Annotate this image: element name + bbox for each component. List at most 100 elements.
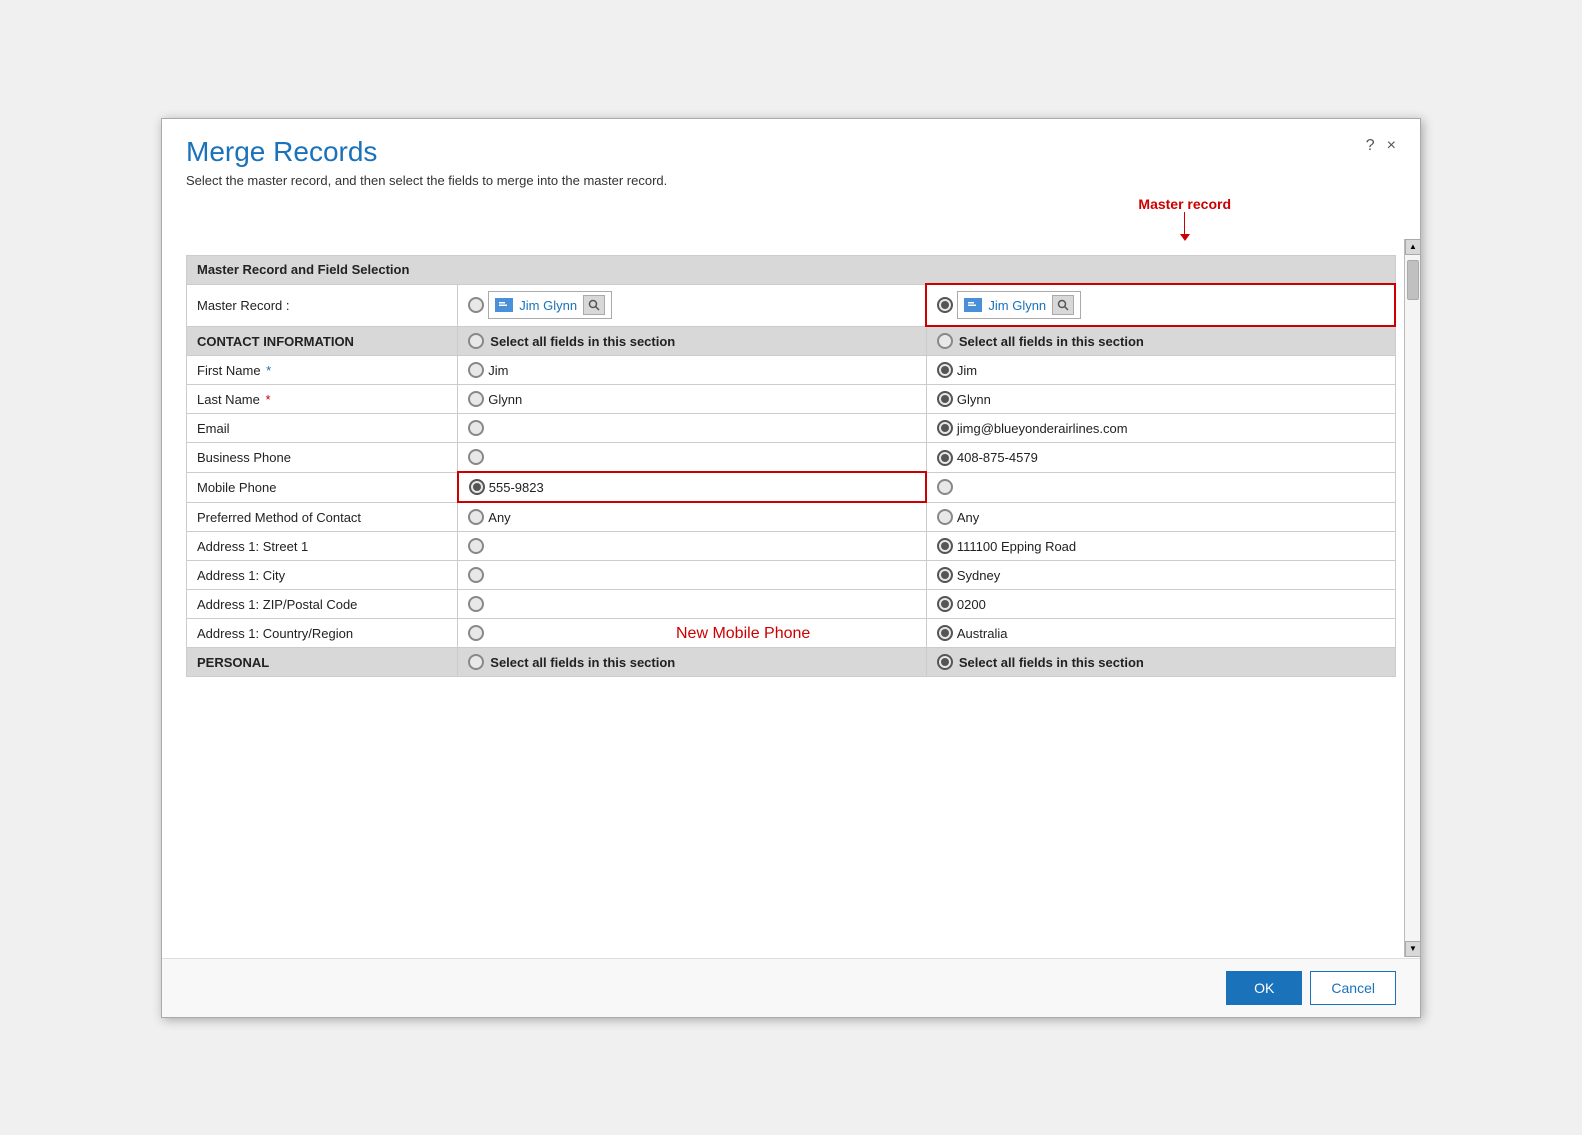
contact-info-col1-select-all-label: Select all fields in this section [490, 334, 675, 349]
mobile-phone-col1-value: 555-9823 [489, 480, 544, 495]
field-row-last-name: Last Name * Glynn Glynn [187, 385, 1396, 414]
master-record-row: Master Record : Jim Glynn [187, 284, 1396, 326]
business-phone-col1-radio-group [468, 449, 916, 465]
merge-table: Master Record and Field Selection Master… [186, 255, 1396, 677]
address-zip-col2-radio-group: 0200 [937, 596, 1385, 612]
first-name-col1-radio[interactable] [468, 362, 484, 378]
master-record-col2-selector: Jim Glynn [957, 291, 1081, 319]
address-street-col1-radio[interactable] [468, 538, 484, 554]
contact-info-col1-select-all-cell: Select all fields in this section [468, 333, 916, 349]
address-zip-col2-radio[interactable] [937, 596, 953, 612]
master-record-col1-lookup[interactable] [583, 295, 605, 315]
preferred-contact-col1-value: Any [488, 510, 510, 525]
merge-records-dialog: Merge Records Select the master record, … [161, 118, 1421, 1018]
first-name-col1: Jim [458, 356, 927, 385]
business-phone-col2: 408-875-4579 [926, 443, 1395, 473]
master-record-col1-name: Jim Glynn [519, 298, 577, 313]
email-col2-radio[interactable] [937, 420, 953, 436]
preferred-contact-col1-radio[interactable] [468, 509, 484, 525]
personal-col2-select-all-cell: Select all fields in this section [937, 654, 1385, 670]
close-button[interactable]: × [1387, 137, 1396, 155]
personal-col1-select-all: Select all fields in this section [458, 648, 927, 677]
address-street-col2: 111100 Epping Road [926, 532, 1395, 561]
address-country-col2: Australia [926, 619, 1395, 648]
business-phone-col2-radio-group: 408-875-4579 [937, 450, 1385, 466]
business-phone-col2-value: 408-875-4579 [957, 450, 1038, 465]
last-name-col2-radio[interactable] [937, 391, 953, 407]
scrollbar-down-arrow[interactable]: ▼ [1405, 941, 1421, 957]
last-name-col1-radio[interactable] [468, 391, 484, 407]
last-name-col1: Glynn [458, 385, 927, 414]
master-record-col2-lookup[interactable] [1052, 295, 1074, 315]
first-name-col2-radio-group: Jim [937, 362, 1385, 378]
master-record-col1-radio[interactable] [468, 297, 484, 313]
contact-info-col2-select-all-radio[interactable] [937, 333, 953, 349]
preferred-contact-col2-radio[interactable] [937, 509, 953, 525]
address-city-col1-radio[interactable] [468, 567, 484, 583]
first-name-col1-radio-group: Jim [468, 362, 916, 378]
address-zip-col1-radio-group [468, 596, 916, 612]
address-zip-col2-value: 0200 [957, 597, 986, 612]
address-zip-label: Address 1: ZIP/Postal Code [187, 590, 458, 619]
master-record-col1-radio-group: Jim Glynn [468, 291, 915, 319]
email-col1-radio[interactable] [468, 420, 484, 436]
scrollbar-up-arrow[interactable]: ▲ [1405, 239, 1421, 255]
personal-col1-select-all-label: Select all fields in this section [490, 655, 675, 670]
ok-button[interactable]: OK [1226, 971, 1302, 1005]
last-name-col2: Glynn [926, 385, 1395, 414]
cancel-button[interactable]: Cancel [1310, 971, 1396, 1005]
address-street-col2-radio[interactable] [937, 538, 953, 554]
address-country-col1-radio[interactable] [468, 625, 484, 641]
field-row-first-name: First Name * Jim Jim [187, 356, 1396, 385]
address-country-col1-radio-group [468, 625, 916, 641]
help-button[interactable]: ? [1366, 137, 1375, 155]
address-zip-col1-radio[interactable] [468, 596, 484, 612]
first-name-label: First Name * [187, 356, 458, 385]
field-row-preferred-contact: Preferred Method of Contact Any Any [187, 502, 1396, 532]
business-phone-label: Business Phone [187, 443, 458, 473]
business-phone-col1-radio[interactable] [468, 449, 484, 465]
mobile-phone-col2-radio[interactable] [937, 479, 953, 495]
last-name-col1-value: Glynn [488, 392, 522, 407]
personal-col1-select-all-radio[interactable] [468, 654, 484, 670]
address-city-col2-radio-group: Sydney [937, 567, 1385, 583]
scrollbar[interactable]: ▲ ▼ [1404, 239, 1420, 957]
master-record-annotation: Master record [1138, 196, 1231, 241]
mobile-phone-col1-radio-group: 555-9823 [469, 479, 916, 495]
dialog-title: Merge Records [186, 137, 667, 168]
business-phone-col2-radio[interactable] [937, 450, 953, 466]
contact-info-col2-select-all-cell: Select all fields in this section [937, 333, 1385, 349]
master-record-arrow-line [1184, 212, 1185, 234]
email-col2-value: jimg@blueyonderairlines.com [957, 421, 1128, 436]
contact-info-col1-select-all-radio[interactable] [468, 333, 484, 349]
email-col2: jimg@blueyonderairlines.com [926, 414, 1395, 443]
last-name-label: Last Name * [187, 385, 458, 414]
address-city-col2: Sydney [926, 561, 1395, 590]
address-street-label: Address 1: Street 1 [187, 532, 458, 561]
address-city-col2-radio[interactable] [937, 567, 953, 583]
dialog-subtitle: Select the master record, and then selec… [186, 173, 667, 188]
first-name-col2-value: Jim [957, 363, 977, 378]
master-record-col2-radio[interactable] [937, 297, 953, 313]
field-row-address-country: Address 1: Country/Region Australia [187, 619, 1396, 648]
master-record-arrowhead [1180, 234, 1190, 241]
preferred-contact-col2: Any [926, 502, 1395, 532]
preferred-contact-col1: Any [458, 502, 927, 532]
mobile-phone-col2-radio-group [937, 479, 1384, 495]
personal-section-row: PERSONAL Select all fields in this secti… [187, 648, 1396, 677]
address-zip-col1 [458, 590, 927, 619]
address-city-col1 [458, 561, 927, 590]
preferred-contact-col1-radio-group: Any [468, 509, 916, 525]
dialog-controls: ? × [1366, 137, 1396, 155]
first-name-col2-radio[interactable] [937, 362, 953, 378]
email-col1 [458, 414, 927, 443]
personal-col2-select-all-radio[interactable] [937, 654, 953, 670]
scrollbar-thumb[interactable] [1407, 260, 1419, 300]
address-street-col2-value: 111100 Epping Road [957, 539, 1076, 554]
address-country-col2-radio[interactable] [937, 625, 953, 641]
preferred-contact-col2-value: Any [957, 510, 979, 525]
annotation-area: Master record [162, 196, 1420, 255]
field-row-address-street: Address 1: Street 1 111100 Epping Road [187, 532, 1396, 561]
mobile-phone-col1-radio[interactable] [469, 479, 485, 495]
preferred-contact-label: Preferred Method of Contact [187, 502, 458, 532]
